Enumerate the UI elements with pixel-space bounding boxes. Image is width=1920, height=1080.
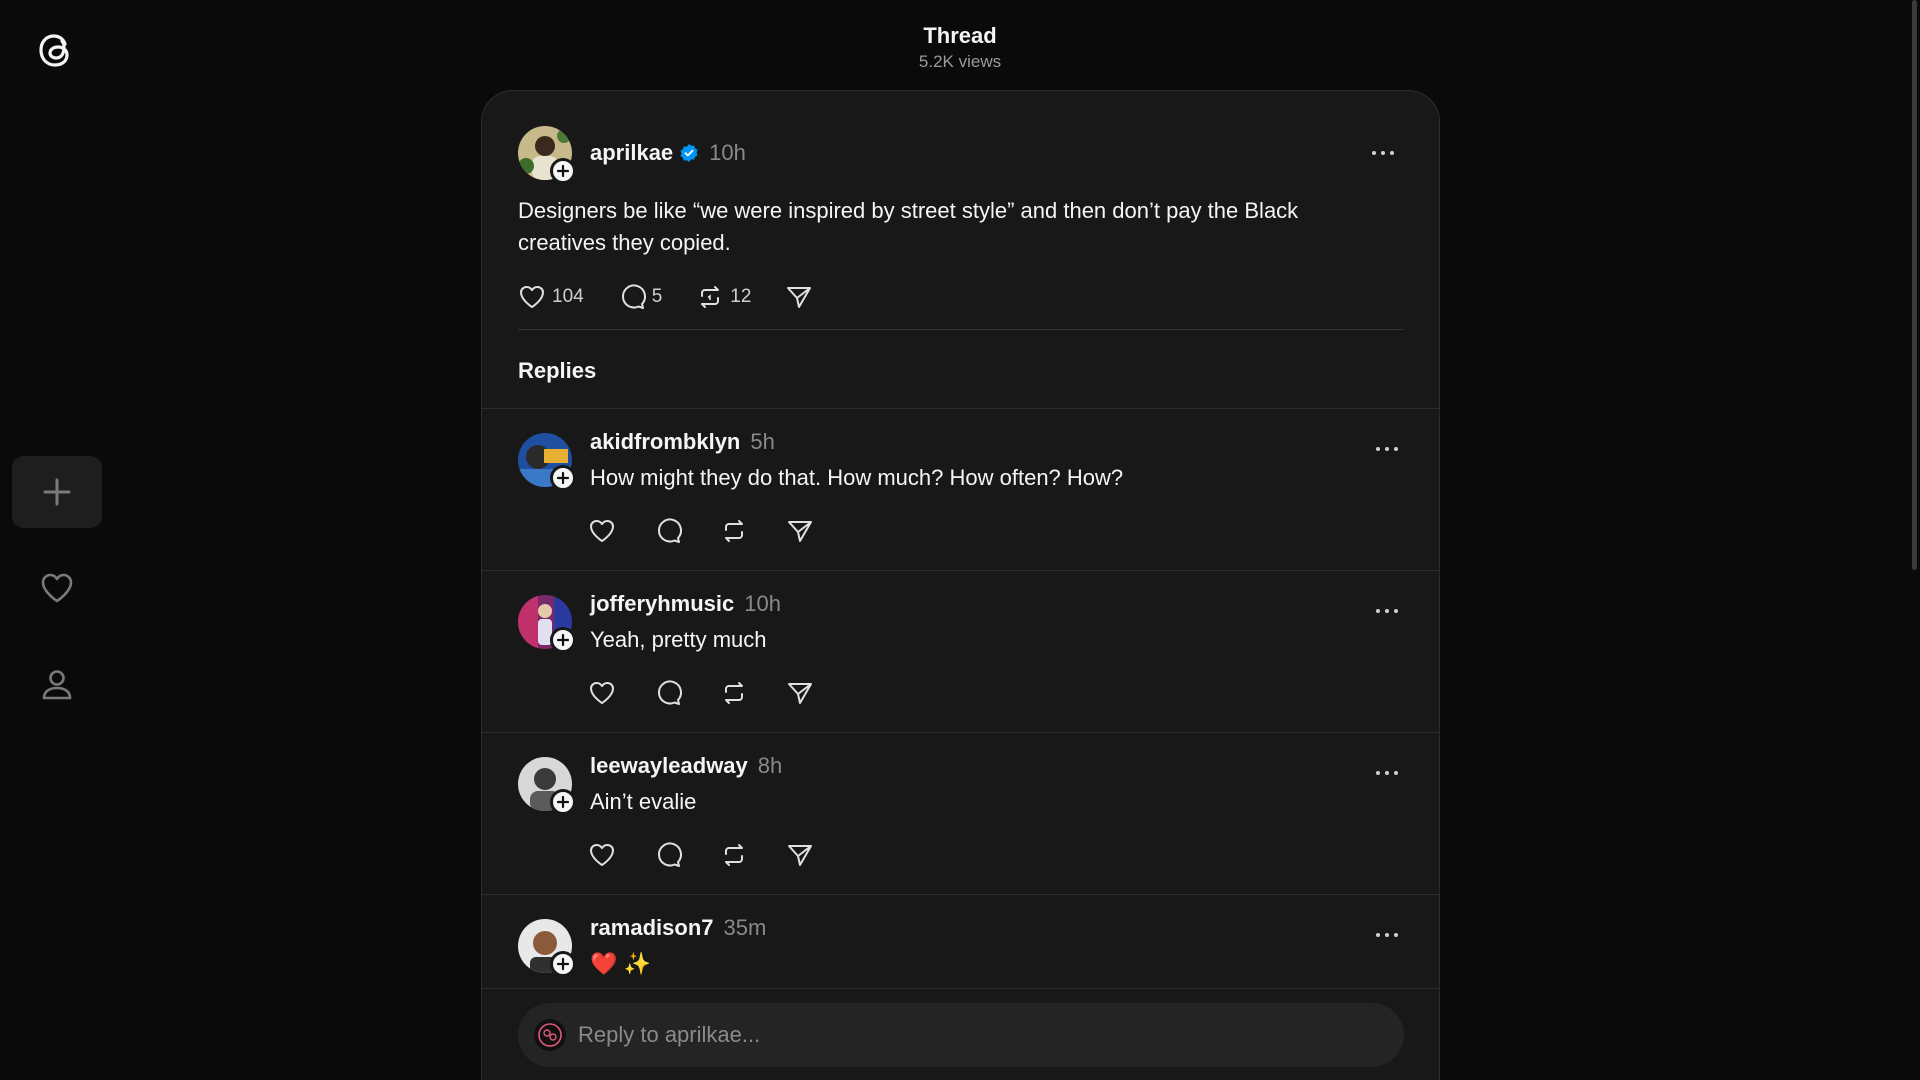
reply-composer-bar xyxy=(481,988,1440,1080)
reply-time: 8h xyxy=(757,753,783,778)
send-icon xyxy=(788,521,812,542)
share-button[interactable] xyxy=(782,679,818,707)
reply-actions xyxy=(584,835,1403,875)
more-options-icon[interactable] xyxy=(1367,915,1407,955)
profile-icon xyxy=(42,670,72,700)
reply-text: ❤️ ✨ xyxy=(590,951,651,976)
comment-button[interactable] xyxy=(650,841,686,869)
heart-icon xyxy=(41,573,73,603)
view-count: 5.2K views xyxy=(918,52,1002,71)
avatar[interactable] xyxy=(518,595,576,653)
reply-input[interactable] xyxy=(578,1022,1358,1048)
heart-icon xyxy=(520,286,544,308)
reply-text: How might they do that. How much? How of… xyxy=(590,465,1124,490)
share-button[interactable] xyxy=(782,841,818,869)
reply-actions xyxy=(584,673,1403,713)
post-text: Designers be like “we were inspired by s… xyxy=(518,198,1299,255)
reply-item: jofferyhmusic 10h Yeah, pretty much xyxy=(482,570,1439,732)
repost-button[interactable] xyxy=(716,841,752,869)
username[interactable]: leewayleadway xyxy=(590,753,748,779)
profile-button[interactable] xyxy=(12,648,102,720)
reply-time: 10h xyxy=(744,591,781,616)
follow-plus-icon[interactable] xyxy=(550,465,576,491)
comment-button[interactable] xyxy=(650,517,686,545)
post-time: 10h xyxy=(709,140,746,165)
like-count: 104 xyxy=(552,286,584,307)
username[interactable]: jofferyhmusic xyxy=(590,591,734,617)
avatar[interactable] xyxy=(518,433,576,491)
reply-text: Yeah, pretty much xyxy=(590,627,767,652)
page-title: Thread xyxy=(923,23,997,48)
more-options-icon[interactable] xyxy=(1367,753,1407,793)
like-button[interactable] xyxy=(584,679,620,707)
activity-button[interactable] xyxy=(12,552,102,624)
repost-icon xyxy=(725,682,743,704)
reply-actions xyxy=(584,511,1403,551)
plus-icon xyxy=(43,478,71,506)
reply-item: akidfrombklyn 5h How might they do that.… xyxy=(482,408,1439,570)
comment-button[interactable] xyxy=(650,679,686,707)
username[interactable]: ramadison7 xyxy=(590,915,714,941)
more-options-icon[interactable] xyxy=(1367,591,1407,631)
heart-icon xyxy=(590,682,614,704)
username[interactable]: aprilkae xyxy=(590,140,673,166)
heart-icon xyxy=(590,844,614,866)
thread-header: Thread 5.2K views xyxy=(480,22,1440,73)
reply-time: 35m xyxy=(723,915,767,940)
reply-time: 5h xyxy=(750,429,775,454)
more-options-icon[interactable] xyxy=(1363,133,1403,173)
send-icon xyxy=(787,287,812,308)
comment-icon xyxy=(657,680,682,705)
comment-icon xyxy=(657,518,682,543)
comment-button[interactable]: 5 xyxy=(618,283,663,311)
threads-logo-icon[interactable] xyxy=(30,24,82,76)
more-options-icon[interactable] xyxy=(1367,429,1407,469)
comment-icon xyxy=(621,284,646,309)
share-button[interactable] xyxy=(785,283,813,311)
avatar[interactable] xyxy=(518,757,576,815)
create-button[interactable] xyxy=(12,456,102,528)
composer-avatar-icon xyxy=(534,1019,566,1051)
repost-button[interactable] xyxy=(716,679,752,707)
like-button[interactable] xyxy=(584,841,620,869)
repost-icon xyxy=(701,286,720,308)
username[interactable]: akidfrombklyn xyxy=(590,429,740,455)
repost-button[interactable] xyxy=(716,517,752,545)
follow-plus-icon[interactable] xyxy=(550,627,576,653)
reply-item: leewayleadway 8h Ain’t evalie xyxy=(482,732,1439,894)
app-root: Thread 5.2K views aprilkae 10h Designers… xyxy=(0,0,1920,1080)
send-icon xyxy=(788,683,812,704)
follow-plus-icon[interactable] xyxy=(550,789,576,815)
thread-panel: aprilkae 10h Designers be like “we were … xyxy=(481,90,1440,1080)
scrollbar[interactable] xyxy=(1912,0,1917,570)
avatar[interactable] xyxy=(518,919,576,977)
follow-plus-icon[interactable] xyxy=(550,158,576,184)
repost-icon xyxy=(725,520,743,542)
reply-text: Ain’t evalie xyxy=(590,789,697,814)
main-post: aprilkae 10h Designers be like “we were … xyxy=(482,91,1439,408)
verified-badge-icon xyxy=(679,143,699,163)
follow-plus-icon[interactable] xyxy=(550,951,576,977)
comment-icon xyxy=(657,842,682,867)
comment-count: 5 xyxy=(651,286,663,307)
reply-composer[interactable] xyxy=(518,1003,1404,1067)
post-actions: 104 5 12 xyxy=(518,277,1403,317)
heart-icon xyxy=(590,520,614,542)
like-button[interactable]: 104 xyxy=(518,283,584,311)
repost-count: 12 xyxy=(730,286,752,307)
replies-heading: Replies xyxy=(518,358,597,383)
share-button[interactable] xyxy=(782,517,818,545)
repost-icon xyxy=(725,844,743,866)
avatar[interactable] xyxy=(518,126,576,184)
like-button[interactable] xyxy=(584,517,620,545)
repost-button[interactable]: 12 xyxy=(696,283,751,311)
send-icon xyxy=(788,845,812,866)
